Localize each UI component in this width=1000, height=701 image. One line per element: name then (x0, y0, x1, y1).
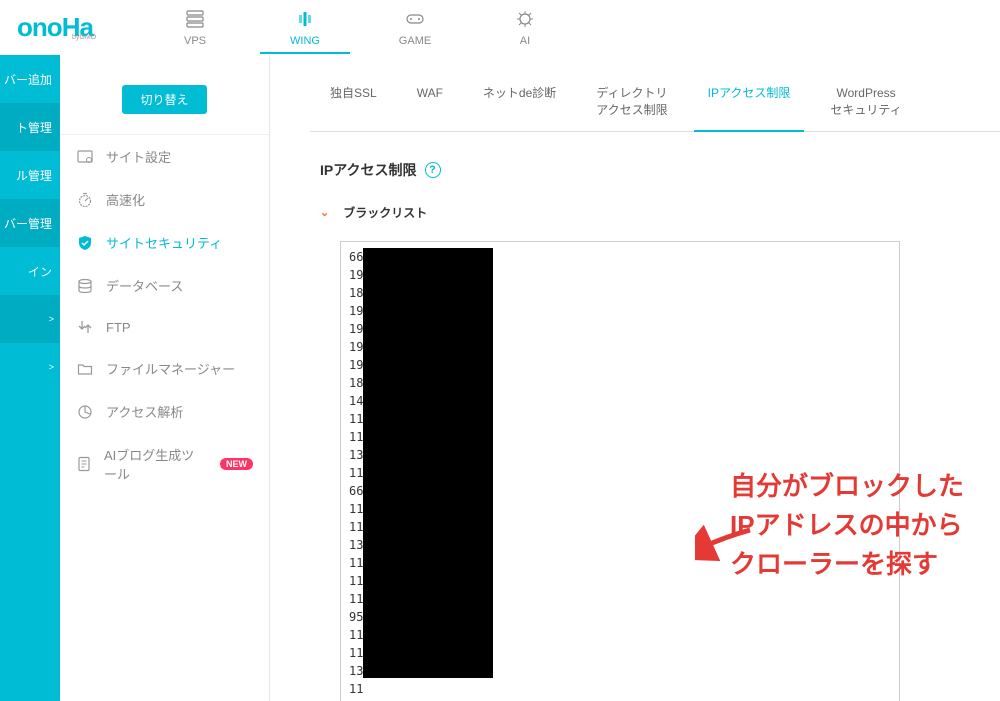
topnav-ai[interactable]: AI (470, 2, 580, 53)
sidebar2-label: サイトセキュリティ (106, 233, 222, 252)
tab-label: IPアクセス制限 (708, 86, 791, 100)
tab-label: ネットde診断 (483, 86, 556, 100)
topnav-game[interactable]: GAME (360, 2, 470, 53)
sidebar1-item-manage3[interactable]: バー管理 (0, 199, 60, 247)
new-badge: NEW (220, 458, 253, 470)
ip-line: 13 (349, 698, 891, 701)
site-settings-icon (76, 149, 94, 165)
database-icon (76, 278, 94, 294)
sidebar1-label: イン (28, 263, 52, 280)
sidebar1-item-manage2[interactable]: ル管理 (0, 151, 60, 199)
sidebar1-label: バー管理 (4, 215, 52, 232)
server-icon (185, 10, 205, 33)
ip-textarea[interactable]: 6619181919191918141111131166111113111111… (340, 241, 900, 701)
blacklist-header[interactable]: ⌄ ブラックリスト (320, 204, 1000, 221)
tab-label: 独自SSL (330, 86, 377, 100)
sidebar2-label: AIブログ生成ツール (104, 445, 204, 483)
sidebar1-item-login[interactable]: イン (0, 247, 60, 295)
secondary-sidebar: 切り替え サイト設定 高速化 サイトセキュリティ データベース FTP ファイル… (60, 55, 270, 701)
sidebar1-label: ル管理 (16, 167, 52, 184)
sidebar2-label: アクセス解析 (106, 402, 183, 421)
analytics-icon (76, 404, 94, 420)
top-nav: VPS WING GAME AI (140, 2, 580, 53)
shield-check-icon (76, 235, 94, 251)
topnav-wing[interactable]: WING (250, 2, 360, 53)
redaction-overlay (363, 248, 493, 678)
sidebar2-ai-blog[interactable]: AIブログ生成ツール NEW (60, 433, 269, 495)
topnav-label: AI (520, 35, 530, 47)
gamepad-icon (405, 10, 425, 33)
sidebar1-item-expand1[interactable]: > (0, 295, 60, 343)
sidebar1-item-expand2[interactable]: > (0, 343, 60, 391)
primary-sidebar: バー追加 ト管理 ル管理 バー管理 イン > > (0, 55, 60, 701)
ip-line: 11 (349, 680, 891, 698)
switch-button[interactable]: 切り替え (122, 85, 206, 114)
tab-wordpress[interactable]: WordPress セキュリティ (810, 75, 921, 131)
chevron-right-icon: > (49, 314, 54, 324)
sidebar2-database[interactable]: データベース (60, 264, 269, 307)
logo[interactable]: onoHa byGMO (0, 0, 110, 55)
subsection-label: ブラックリスト (343, 204, 427, 221)
topnav-label: WING (290, 35, 320, 47)
sidebar2-site-settings[interactable]: サイト設定 (60, 135, 269, 178)
chevron-right-icon: > (49, 362, 54, 372)
section-title: IPアクセス制限 ? (320, 160, 1000, 180)
tab-directory[interactable]: ディレクトリ アクセス制限 (576, 75, 687, 131)
main-content: 独自SSL WAF ネットde診断 ディレクトリ アクセス制限 IPアクセス制限… (270, 55, 1000, 701)
topnav-vps[interactable]: VPS (140, 2, 250, 53)
sidebar2-site-security[interactable]: サイトセキュリティ (60, 221, 269, 264)
sidebar1-item-manage1[interactable]: ト管理 (0, 103, 60, 151)
sidebar1-label: バー追加 (4, 71, 52, 88)
topnav-label: VPS (184, 35, 206, 47)
section-title-text: IPアクセス制限 (320, 160, 417, 180)
stopwatch-icon (76, 192, 94, 208)
folder-icon (76, 361, 94, 377)
tab-ip-access[interactable]: IPアクセス制限 (688, 75, 811, 131)
transfer-icon (76, 319, 94, 335)
wing-icon (295, 10, 315, 33)
sidebar2-label: 高速化 (106, 190, 145, 209)
sidebar1-label: ト管理 (16, 119, 52, 136)
tab-label: WAF (417, 86, 443, 100)
header: onoHa byGMO VPS WING GAME AI (0, 0, 1000, 55)
sidebar2-label: データベース (106, 276, 183, 295)
sidebar2-ftp[interactable]: FTP (60, 307, 269, 347)
tab-label: WordPress セキュリティ (830, 86, 901, 117)
help-icon[interactable]: ? (425, 162, 441, 178)
sidebar2-analytics[interactable]: アクセス解析 (60, 390, 269, 433)
sidebar2-file-manager[interactable]: ファイルマネージャー (60, 347, 269, 390)
ai-icon (516, 10, 534, 33)
tab-netde[interactable]: ネットde診断 (463, 75, 576, 131)
sidebar2-label: サイト設定 (106, 147, 171, 166)
tab-ssl[interactable]: 独自SSL (310, 75, 397, 131)
logo-subtext: byGMO (72, 34, 96, 41)
sidebar2-label: FTP (106, 320, 131, 335)
tab-label: ディレクトリ アクセス制限 (596, 86, 667, 117)
sidebar1-item-add[interactable]: バー追加 (0, 55, 60, 103)
tab-strip: 独自SSL WAF ネットde診断 ディレクトリ アクセス制限 IPアクセス制限… (310, 75, 1000, 132)
sidebar2-speed[interactable]: 高速化 (60, 178, 269, 221)
topnav-label: GAME (399, 35, 431, 47)
chevron-down-icon: ⌄ (320, 206, 329, 219)
document-icon (76, 456, 92, 472)
sidebar2-label: ファイルマネージャー (106, 359, 235, 378)
tab-waf[interactable]: WAF (397, 75, 463, 131)
